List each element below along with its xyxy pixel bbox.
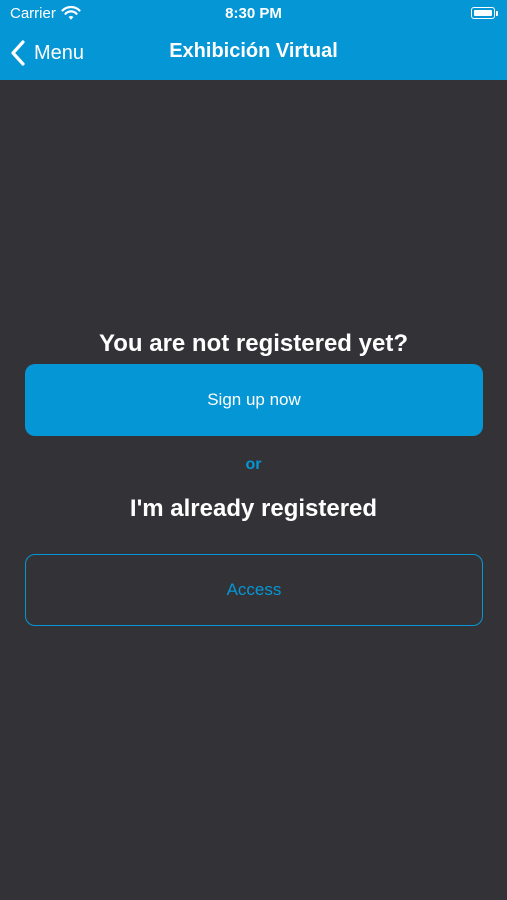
page-title: Exhibición Virtual bbox=[169, 40, 338, 62]
status-time: 8:30 PM bbox=[225, 5, 282, 22]
status-bar: Carrier 8:30 PM bbox=[0, 0, 507, 28]
signup-heading: You are not registered yet? bbox=[99, 330, 408, 357]
battery-tip bbox=[496, 11, 498, 16]
or-divider-label: or bbox=[245, 456, 262, 473]
battery-fill bbox=[474, 10, 492, 16]
battery-icon bbox=[471, 7, 495, 19]
sign-up-button[interactable]: Sign up now bbox=[25, 364, 483, 436]
login-heading: I'm already registered bbox=[129, 495, 378, 522]
navigation-header: Carrier 8:30 PM Menu Exhibición Virtual bbox=[0, 0, 507, 80]
access-button[interactable]: Access bbox=[25, 554, 483, 626]
